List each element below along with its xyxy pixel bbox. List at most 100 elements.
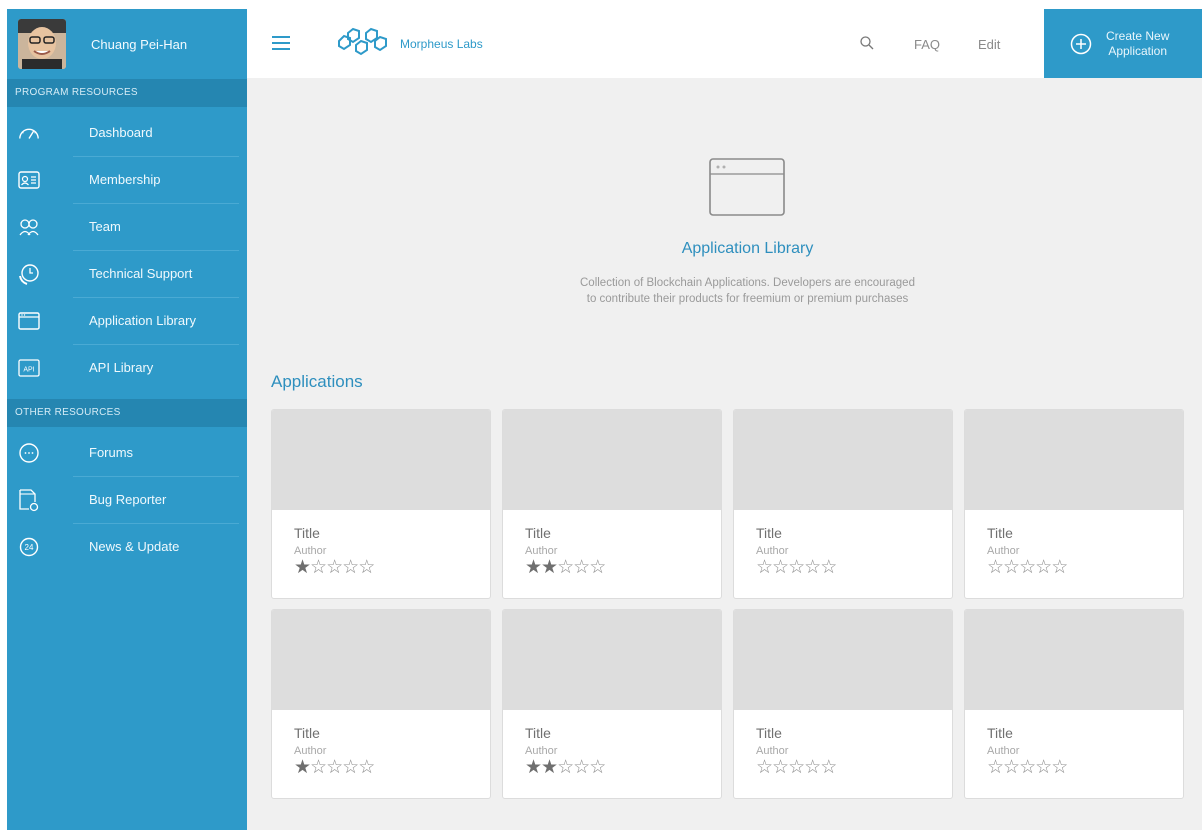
star-empty-icon[interactable]: ☆ bbox=[1003, 557, 1020, 578]
star-empty-icon[interactable]: ☆ bbox=[342, 557, 359, 578]
star-rating[interactable]: ☆☆☆☆☆ bbox=[987, 758, 1183, 778]
star-empty-icon[interactable]: ☆ bbox=[804, 757, 821, 778]
profile-name: Chuang Pei-Han bbox=[91, 36, 188, 52]
star-empty-icon[interactable]: ☆ bbox=[772, 757, 789, 778]
star-empty-icon[interactable]: ☆ bbox=[310, 557, 327, 578]
star-filled-icon[interactable]: ★ bbox=[541, 757, 558, 778]
card-thumbnail bbox=[503, 610, 721, 710]
avatar[interactable] bbox=[18, 19, 66, 69]
star-rating[interactable]: ★★☆☆☆ bbox=[525, 558, 721, 578]
application-card[interactable]: Title Author ☆☆☆☆☆ bbox=[733, 609, 953, 799]
card-title: Title bbox=[525, 525, 551, 541]
profile[interactable]: Chuang Pei-Han bbox=[7, 9, 247, 79]
search-icon[interactable] bbox=[859, 35, 875, 51]
star-empty-icon[interactable]: ☆ bbox=[326, 557, 343, 578]
sidebar-item-api-library[interactable]: API API Library bbox=[7, 344, 247, 391]
star-empty-icon[interactable]: ☆ bbox=[1035, 557, 1052, 578]
edit-link[interactable]: Edit bbox=[978, 37, 1000, 52]
svg-text:API: API bbox=[23, 366, 34, 373]
star-empty-icon[interactable]: ☆ bbox=[342, 757, 359, 778]
sidebar-item-application-library[interactable]: Application Library bbox=[7, 297, 247, 344]
app-window-icon bbox=[18, 310, 40, 332]
star-empty-icon[interactable]: ☆ bbox=[987, 557, 1004, 578]
star-empty-icon[interactable]: ☆ bbox=[756, 757, 773, 778]
application-card[interactable]: Title Author ★★☆☆☆ bbox=[502, 409, 722, 599]
star-empty-icon[interactable]: ☆ bbox=[788, 757, 805, 778]
card-thumbnail bbox=[965, 610, 1183, 710]
brand-name[interactable]: Morpheus Labs bbox=[400, 37, 483, 51]
star-empty-icon[interactable]: ☆ bbox=[358, 557, 375, 578]
star-filled-icon[interactable]: ★ bbox=[525, 557, 542, 578]
star-rating[interactable]: ★★☆☆☆ bbox=[525, 758, 721, 778]
star-empty-icon[interactable]: ☆ bbox=[557, 757, 574, 778]
star-filled-icon[interactable]: ★ bbox=[294, 757, 311, 778]
star-filled-icon[interactable]: ★ bbox=[541, 557, 558, 578]
topbar: Morpheus Labs FAQ Edit Create New Applic… bbox=[247, 9, 1202, 78]
sidebar-item-forums[interactable]: Forums bbox=[7, 429, 247, 476]
star-empty-icon[interactable]: ☆ bbox=[788, 557, 805, 578]
sidebar-item-technical-support[interactable]: Technical Support bbox=[7, 250, 247, 297]
star-empty-icon[interactable]: ☆ bbox=[1051, 557, 1068, 578]
star-rating[interactable]: ☆☆☆☆☆ bbox=[756, 758, 952, 778]
star-empty-icon[interactable]: ☆ bbox=[573, 757, 590, 778]
card-title: Title bbox=[294, 725, 320, 741]
star-filled-icon[interactable]: ★ bbox=[525, 757, 542, 778]
card-body: Title Author ☆☆☆☆☆ bbox=[965, 510, 1183, 578]
sidebar-item-membership[interactable]: Membership bbox=[7, 156, 247, 203]
sidebar-item-label: Membership bbox=[89, 172, 161, 187]
star-empty-icon[interactable]: ☆ bbox=[326, 757, 343, 778]
card-title: Title bbox=[525, 725, 551, 741]
card-title: Title bbox=[987, 725, 1013, 741]
sidebar-item-bug-reporter[interactable]: Bug Reporter bbox=[7, 476, 247, 523]
sidebar-item-label: News & Update bbox=[89, 539, 180, 554]
application-card[interactable]: Title Author ☆☆☆☆☆ bbox=[964, 609, 1184, 799]
sidebar-item-news-update[interactable]: 24 News & Update bbox=[7, 523, 247, 570]
star-empty-icon[interactable]: ☆ bbox=[756, 557, 773, 578]
star-empty-icon[interactable]: ☆ bbox=[310, 757, 327, 778]
star-empty-icon[interactable]: ☆ bbox=[1051, 757, 1068, 778]
star-empty-icon[interactable]: ☆ bbox=[557, 557, 574, 578]
star-filled-icon[interactable]: ★ bbox=[294, 557, 311, 578]
star-empty-icon[interactable]: ☆ bbox=[589, 557, 606, 578]
application-card[interactable]: Title Author ★☆☆☆☆ bbox=[271, 609, 491, 799]
star-empty-icon[interactable]: ☆ bbox=[987, 757, 1004, 778]
star-empty-icon[interactable]: ☆ bbox=[804, 557, 821, 578]
description-line2: to contribute their products for freemiu… bbox=[586, 293, 909, 305]
card-title: Title bbox=[294, 525, 320, 541]
section-header-program: PROGRAM RESOURCES bbox=[7, 79, 247, 107]
faq-link[interactable]: FAQ bbox=[914, 37, 940, 52]
star-empty-icon[interactable]: ☆ bbox=[573, 557, 590, 578]
card-thumbnail bbox=[734, 610, 952, 710]
chat-bubble-icon bbox=[18, 442, 40, 464]
application-card[interactable]: Title Author ★☆☆☆☆ bbox=[271, 409, 491, 599]
card-author: Author bbox=[756, 745, 789, 757]
application-card[interactable]: Title Author ☆☆☆☆☆ bbox=[733, 409, 953, 599]
star-empty-icon[interactable]: ☆ bbox=[1019, 757, 1036, 778]
star-empty-icon[interactable]: ☆ bbox=[820, 757, 837, 778]
bug-file-icon bbox=[18, 488, 40, 511]
star-rating[interactable]: ★☆☆☆☆ bbox=[294, 758, 490, 778]
star-rating[interactable]: ☆☆☆☆☆ bbox=[987, 558, 1183, 578]
card-body: Title Author ☆☆☆☆☆ bbox=[734, 710, 952, 778]
star-empty-icon[interactable]: ☆ bbox=[589, 757, 606, 778]
morpheus-logo-icon[interactable] bbox=[335, 27, 393, 59]
clock-phone-icon bbox=[18, 263, 40, 285]
star-empty-icon[interactable]: ☆ bbox=[820, 557, 837, 578]
star-rating[interactable]: ★☆☆☆☆ bbox=[294, 558, 490, 578]
menu-icon[interactable] bbox=[272, 36, 290, 50]
card-title: Title bbox=[987, 525, 1013, 541]
card-thumbnail bbox=[272, 610, 490, 710]
star-rating[interactable]: ☆☆☆☆☆ bbox=[756, 558, 952, 578]
star-empty-icon[interactable]: ☆ bbox=[358, 757, 375, 778]
sidebar-item-dashboard[interactable]: Dashboard bbox=[7, 109, 247, 156]
create-label-line1: Create New bbox=[1106, 28, 1170, 43]
star-empty-icon[interactable]: ☆ bbox=[1003, 757, 1020, 778]
application-card[interactable]: Title Author ★★☆☆☆ bbox=[502, 609, 722, 799]
sidebar-item-team[interactable]: Team bbox=[7, 203, 247, 250]
star-empty-icon[interactable]: ☆ bbox=[772, 557, 789, 578]
application-card[interactable]: Title Author ☆☆☆☆☆ bbox=[964, 409, 1184, 599]
create-new-application-button[interactable]: Create New Application bbox=[1044, 9, 1202, 78]
star-empty-icon[interactable]: ☆ bbox=[1035, 757, 1052, 778]
card-thumbnail bbox=[734, 410, 952, 510]
star-empty-icon[interactable]: ☆ bbox=[1019, 557, 1036, 578]
